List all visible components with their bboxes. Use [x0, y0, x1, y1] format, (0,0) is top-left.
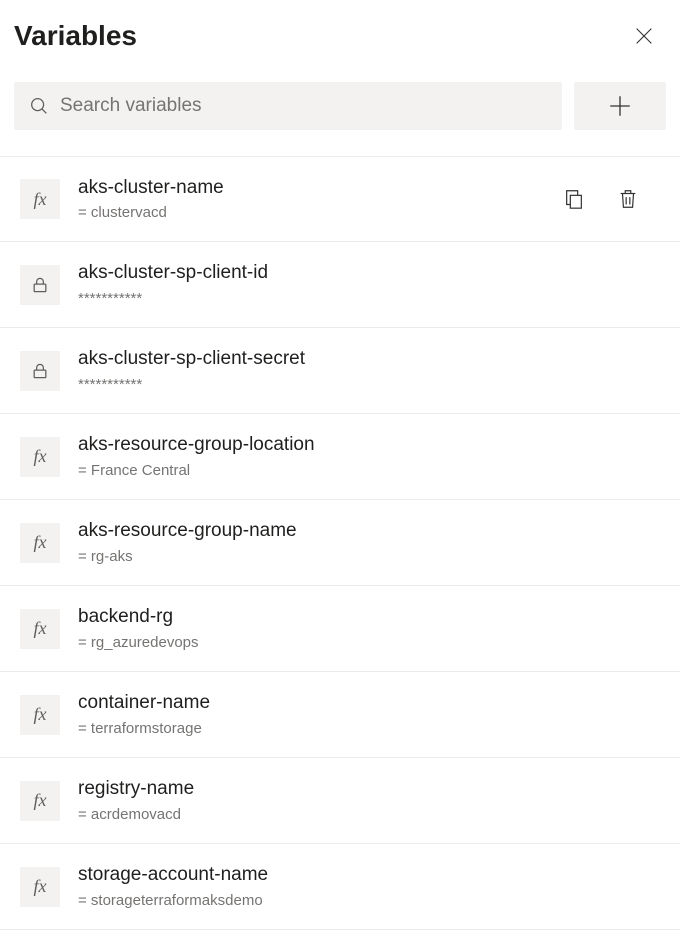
- row-actions: [562, 187, 666, 211]
- variable-value: = storageterraformaksdemo: [78, 888, 666, 911]
- copy-button[interactable]: [562, 187, 586, 211]
- variable-name: aks-cluster-sp-client-id: [78, 260, 666, 286]
- variable-row[interactable]: fx storage-account-name= storageterraform…: [0, 844, 680, 930]
- variable-fx-icon: fx: [20, 523, 60, 563]
- fx-icon: fx: [34, 189, 47, 210]
- close-icon: [633, 25, 655, 47]
- variable-body: aks-resource-group-location= France Cent…: [78, 432, 666, 481]
- variables-panel: Variables fx aks-cluster-name= clustervac…: [0, 0, 680, 930]
- variable-name: registry-name: [78, 776, 666, 802]
- variable-row[interactable]: fx backend-rg= rg_azuredevops: [0, 586, 680, 672]
- variable-body: aks-cluster-sp-client-secret***********: [78, 346, 666, 395]
- variable-fx-icon: fx: [20, 867, 60, 907]
- lock-icon: [30, 361, 50, 381]
- variable-value: = France Central: [78, 458, 666, 481]
- variables-list: fxaks-cluster-name= clustervacdaks-clust…: [0, 156, 680, 930]
- variable-value: = clustervacd: [78, 200, 544, 223]
- search-field[interactable]: [14, 82, 562, 130]
- fx-icon: fx: [34, 618, 47, 639]
- variable-fx-icon: fx: [20, 781, 60, 821]
- variable-value: = acrdemovacd: [78, 802, 666, 825]
- panel-header: Variables: [14, 14, 666, 82]
- fx-icon: fx: [34, 446, 47, 467]
- variable-name: aks-resource-group-location: [78, 432, 666, 458]
- add-variable-button[interactable]: [574, 82, 666, 130]
- variable-value: = rg-aks: [78, 544, 666, 567]
- variable-row[interactable]: aks-cluster-sp-client-secret***********: [0, 328, 680, 414]
- variable-value: ***********: [78, 372, 666, 395]
- variable-row[interactable]: fx aks-cluster-name= clustervacd: [0, 156, 680, 242]
- variable-row[interactable]: fx container-name= terraformstorage: [0, 672, 680, 758]
- variable-body: container-name= terraformstorage: [78, 690, 666, 739]
- trash-icon: [617, 188, 639, 210]
- page-title: Variables: [14, 20, 137, 52]
- toolbar: [14, 82, 666, 156]
- variable-row[interactable]: aks-cluster-sp-client-id***********: [0, 242, 680, 328]
- delete-button[interactable]: [616, 187, 640, 211]
- variable-value: = terraformstorage: [78, 716, 666, 739]
- variable-secret-icon: [20, 265, 60, 305]
- search-input[interactable]: [60, 95, 548, 117]
- variable-body: aks-cluster-sp-client-id***********: [78, 260, 666, 309]
- variable-row[interactable]: fx aks-resource-group-name= rg-aks: [0, 500, 680, 586]
- variable-fx-icon: fx: [20, 179, 60, 219]
- fx-icon: fx: [34, 532, 47, 553]
- variable-body: backend-rg= rg_azuredevops: [78, 604, 666, 653]
- lock-icon: [30, 275, 50, 295]
- variable-value: = rg_azuredevops: [78, 630, 666, 653]
- close-button[interactable]: [622, 14, 666, 58]
- fx-icon: fx: [34, 704, 47, 725]
- search-icon: [28, 95, 50, 117]
- variable-row[interactable]: fx registry-name= acrdemovacd: [0, 758, 680, 844]
- variable-body: storage-account-name= storageterraformak…: [78, 862, 666, 911]
- variable-body: aks-resource-group-name= rg-aks: [78, 518, 666, 567]
- variable-secret-icon: [20, 351, 60, 391]
- variable-body: registry-name= acrdemovacd: [78, 776, 666, 825]
- variable-name: container-name: [78, 690, 666, 716]
- copy-icon: [563, 188, 585, 210]
- variable-row[interactable]: fx aks-resource-group-location= France Ce…: [0, 414, 680, 500]
- variable-fx-icon: fx: [20, 609, 60, 649]
- variable-name: aks-cluster-sp-client-secret: [78, 346, 666, 372]
- variable-name: backend-rg: [78, 604, 666, 630]
- fx-icon: fx: [34, 790, 47, 811]
- fx-icon: fx: [34, 876, 47, 897]
- variable-name: aks-cluster-name: [78, 175, 544, 201]
- variable-fx-icon: fx: [20, 437, 60, 477]
- variable-body: aks-cluster-name= clustervacd: [78, 175, 544, 224]
- variable-fx-icon: fx: [20, 695, 60, 735]
- plus-icon: [607, 93, 633, 119]
- variable-name: aks-resource-group-name: [78, 518, 666, 544]
- variable-name: storage-account-name: [78, 862, 666, 888]
- variable-value: ***********: [78, 286, 666, 309]
